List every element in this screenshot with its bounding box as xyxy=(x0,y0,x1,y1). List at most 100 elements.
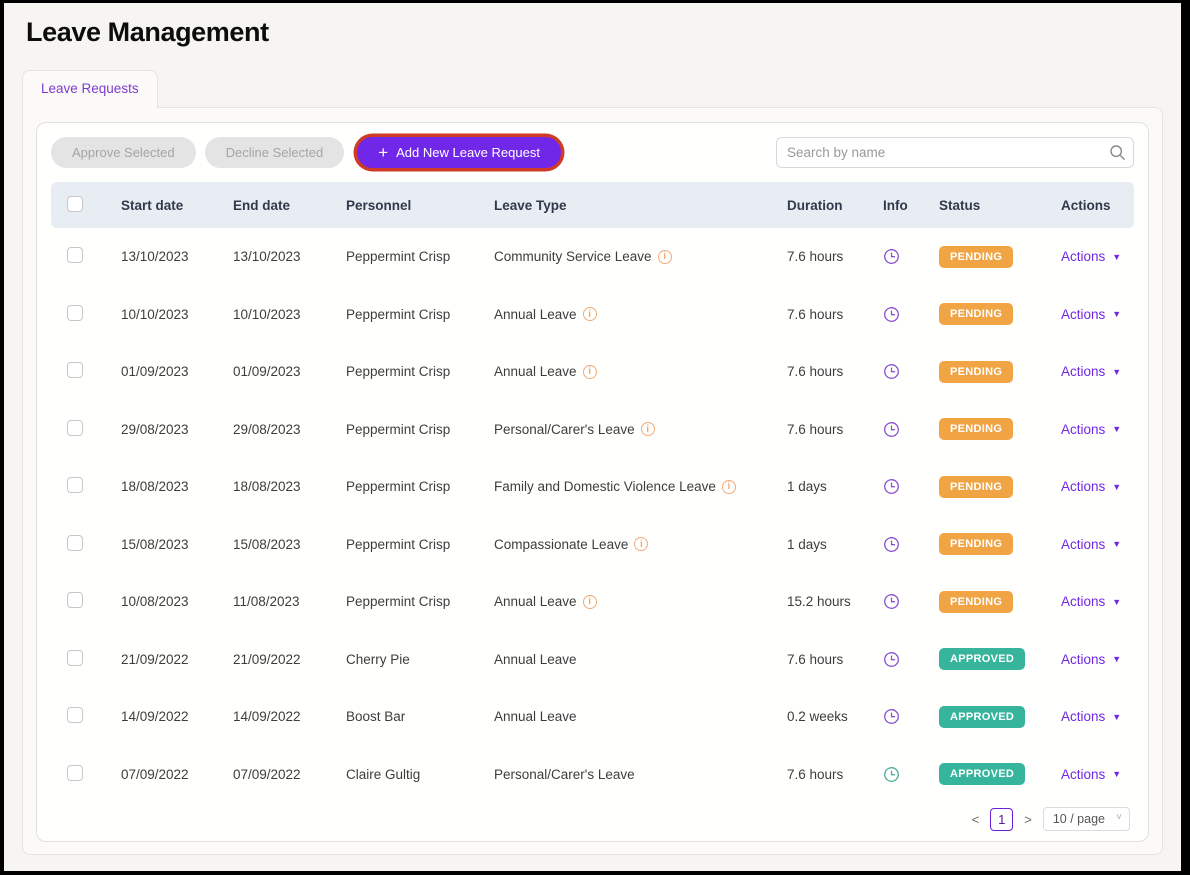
info-icon[interactable]: i xyxy=(583,365,597,379)
clock-icon[interactable] xyxy=(883,478,900,495)
leave-type-label: Annual Leave xyxy=(494,364,577,379)
page-size-select[interactable]: 10 / page ˅ xyxy=(1043,807,1130,831)
actions-dropdown[interactable]: Actions ▼ xyxy=(1061,767,1134,782)
start-date-cell: 18/08/2023 xyxy=(121,479,233,494)
clock-icon[interactable] xyxy=(883,421,900,438)
leave-type-label: Annual Leave xyxy=(494,709,577,724)
info-icon[interactable]: i xyxy=(583,307,597,321)
start-date-cell: 07/09/2022 xyxy=(121,767,233,782)
status-cell: APPROVED xyxy=(939,648,1061,670)
row-checkbox[interactable] xyxy=(67,535,83,551)
approve-selected-button[interactable]: Approve Selected xyxy=(51,137,196,168)
header-end-date: End date xyxy=(233,198,346,213)
row-checkbox[interactable] xyxy=(67,247,83,263)
row-checkbox-cell xyxy=(51,420,121,439)
row-checkbox[interactable] xyxy=(67,477,83,493)
end-date-cell: 07/09/2022 xyxy=(233,767,346,782)
row-checkbox[interactable] xyxy=(67,592,83,608)
actions-dropdown[interactable]: Actions ▼ xyxy=(1061,307,1134,322)
status-badge: APPROVED xyxy=(939,763,1025,785)
row-checkbox-cell xyxy=(51,305,121,324)
leave-type-label: Compassionate Leave xyxy=(494,537,628,552)
pagination-prev-button[interactable]: < xyxy=(970,812,982,827)
info-clock-cell xyxy=(883,306,939,323)
clock-icon[interactable] xyxy=(883,536,900,553)
status-badge: PENDING xyxy=(939,533,1013,555)
actions-dropdown[interactable]: Actions ▼ xyxy=(1061,422,1134,437)
duration-cell: 7.6 hours xyxy=(787,422,883,437)
leave-type-cell: Personal/Carer's Leave i xyxy=(494,422,787,437)
info-clock-cell xyxy=(883,248,939,265)
actions-label: Actions xyxy=(1061,594,1105,609)
leave-requests-panel: Approve Selected Decline Selected + Add … xyxy=(22,107,1163,855)
actions-label: Actions xyxy=(1061,537,1105,552)
duration-cell: 7.6 hours xyxy=(787,307,883,322)
actions-dropdown[interactable]: Actions ▼ xyxy=(1061,249,1134,264)
row-checkbox[interactable] xyxy=(67,650,83,666)
start-date-cell: 01/09/2023 xyxy=(121,364,233,379)
info-icon[interactable]: i xyxy=(583,595,597,609)
app-frame: Leave Management Leave Requests Approve … xyxy=(0,0,1190,875)
leave-type-label: Personal/Carer's Leave xyxy=(494,422,635,437)
start-date-cell: 10/10/2023 xyxy=(121,307,233,322)
clock-icon[interactable] xyxy=(883,306,900,323)
actions-cell: Actions ▼ xyxy=(1061,709,1134,724)
actions-cell: Actions ▼ xyxy=(1061,594,1134,609)
tab-bar: Leave Requests xyxy=(22,70,1163,107)
status-cell: PENDING xyxy=(939,533,1061,555)
clock-icon[interactable] xyxy=(883,708,900,725)
row-checkbox-cell xyxy=(51,477,121,496)
clock-icon[interactable] xyxy=(883,593,900,610)
row-checkbox[interactable] xyxy=(67,765,83,781)
start-date-cell: 14/09/2022 xyxy=(121,709,233,724)
info-icon[interactable]: i xyxy=(641,422,655,436)
duration-cell: 1 days xyxy=(787,479,883,494)
add-new-leave-request-button[interactable]: + Add New Leave Request xyxy=(357,137,561,168)
leave-type-cell: Family and Domestic Violence Leave i xyxy=(494,479,787,494)
caret-down-icon: ▼ xyxy=(1112,654,1121,664)
actions-label: Actions xyxy=(1061,709,1105,724)
row-checkbox[interactable] xyxy=(67,362,83,378)
personnel-cell: Cherry Pie xyxy=(346,652,494,667)
status-badge: PENDING xyxy=(939,361,1013,383)
clock-icon[interactable] xyxy=(883,766,900,783)
search-icon[interactable] xyxy=(1109,144,1126,166)
leave-requests-table: Start date End date Personnel Leave Type… xyxy=(49,182,1136,803)
pagination-page-1[interactable]: 1 xyxy=(990,808,1013,831)
end-date-cell: 21/09/2022 xyxy=(233,652,346,667)
status-badge: PENDING xyxy=(939,591,1013,613)
row-checkbox[interactable] xyxy=(67,420,83,436)
info-icon[interactable]: i xyxy=(658,250,672,264)
actions-dropdown[interactable]: Actions ▼ xyxy=(1061,479,1134,494)
status-badge: APPROVED xyxy=(939,706,1025,728)
row-checkbox-cell xyxy=(51,707,121,726)
header-status: Status xyxy=(939,198,1061,213)
tab-leave-requests[interactable]: Leave Requests xyxy=(22,70,158,108)
leave-requests-card: Approve Selected Decline Selected + Add … xyxy=(36,122,1149,842)
search-input[interactable] xyxy=(776,137,1134,168)
status-badge: PENDING xyxy=(939,476,1013,498)
actions-dropdown[interactable]: Actions ▼ xyxy=(1061,709,1134,724)
actions-dropdown[interactable]: Actions ▼ xyxy=(1061,537,1134,552)
actions-dropdown[interactable]: Actions ▼ xyxy=(1061,594,1134,609)
pagination-next-button[interactable]: > xyxy=(1022,812,1034,827)
select-all-checkbox[interactable] xyxy=(67,196,83,212)
leave-type-label: Personal/Carer's Leave xyxy=(494,767,635,782)
clock-icon[interactable] xyxy=(883,248,900,265)
info-icon[interactable]: i xyxy=(634,537,648,551)
info-clock-cell xyxy=(883,363,939,380)
end-date-cell: 13/10/2023 xyxy=(233,249,346,264)
actions-dropdown[interactable]: Actions ▼ xyxy=(1061,652,1134,667)
actions-dropdown[interactable]: Actions ▼ xyxy=(1061,364,1134,379)
personnel-cell: Peppermint Crisp xyxy=(346,594,494,609)
row-checkbox[interactable] xyxy=(67,305,83,321)
info-icon[interactable]: i xyxy=(722,480,736,494)
decline-selected-button[interactable]: Decline Selected xyxy=(205,137,345,168)
status-cell: PENDING xyxy=(939,303,1061,325)
clock-icon[interactable] xyxy=(883,651,900,668)
leave-type-cell: Annual Leave i xyxy=(494,652,787,667)
actions-cell: Actions ▼ xyxy=(1061,537,1134,552)
leave-type-cell: Personal/Carer's Leave i xyxy=(494,767,787,782)
row-checkbox[interactable] xyxy=(67,707,83,723)
clock-icon[interactable] xyxy=(883,363,900,380)
